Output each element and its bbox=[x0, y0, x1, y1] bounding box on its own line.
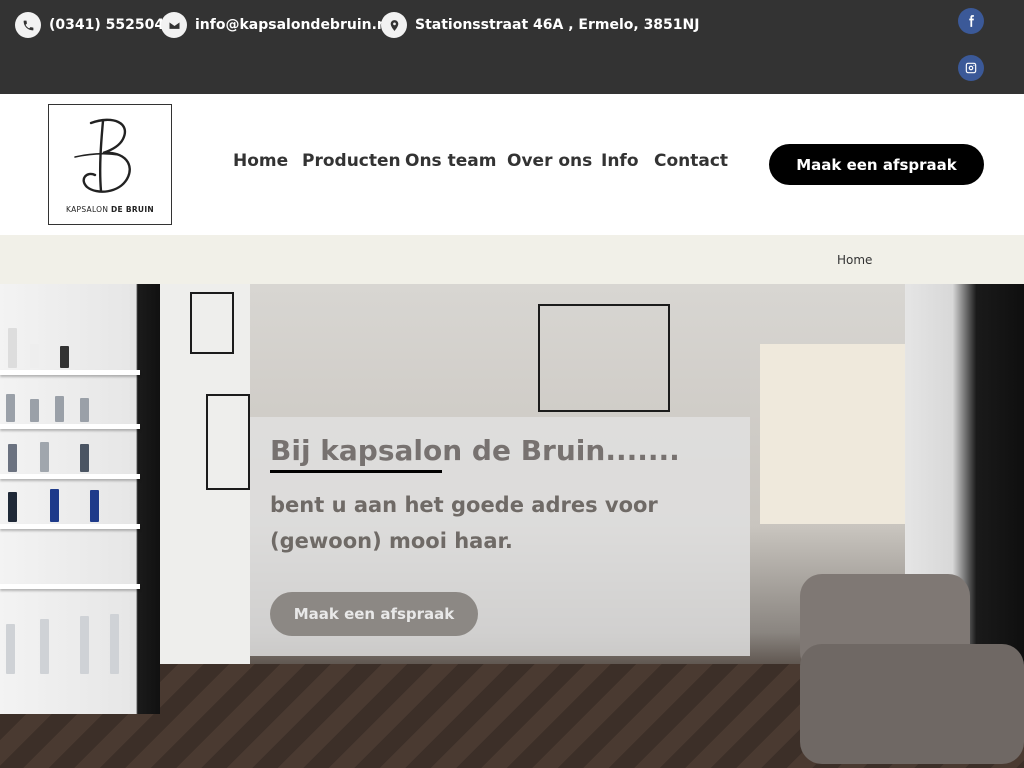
hero-appointment-button[interactable]: Maak een afspraak bbox=[270, 592, 478, 636]
instagram-icon bbox=[965, 62, 977, 74]
email-link[interactable]: info@kapsalondebruin.nl bbox=[161, 12, 392, 38]
hero-title: Bij kapsalon de Bruin....... bbox=[270, 434, 680, 467]
book-appointment-button[interactable]: Maak een afspraak bbox=[769, 144, 984, 185]
phone-link[interactable]: (0341) 552504 bbox=[15, 12, 164, 38]
nav-info[interactable]: Info bbox=[601, 151, 639, 171]
nav-producten[interactable]: Producten bbox=[302, 151, 401, 171]
logo-b-monogram bbox=[74, 118, 131, 193]
hero-subtitle: bent u aan het goede adres voor (gewoon)… bbox=[270, 493, 658, 553]
breadcrumb-home[interactable]: Home bbox=[837, 253, 872, 267]
top-bar: (0341) 552504 info@kapsalondebruin.nl St… bbox=[0, 0, 1024, 94]
email-text: info@kapsalondebruin.nl bbox=[195, 17, 392, 33]
phone-icon bbox=[15, 12, 41, 38]
breadcrumb: Home bbox=[0, 235, 1024, 284]
phone-text: (0341) 552504 bbox=[49, 17, 165, 33]
envelope-icon bbox=[161, 12, 187, 38]
nav-ons-team[interactable]: Ons team bbox=[405, 151, 496, 171]
hero-banner: Bij kapsalon de Bruin....... bent u aan … bbox=[0, 284, 1024, 768]
address-link[interactable]: Stationsstraat 46A , Ermelo, 3851NJ bbox=[381, 12, 699, 38]
nav-home[interactable]: Home bbox=[233, 151, 288, 171]
logo[interactable]: KAPSALON DE BRUIN bbox=[48, 104, 172, 225]
hero-title-underline bbox=[270, 470, 442, 473]
site-header: KAPSALON DE BRUIN Home Producten Ons tea… bbox=[0, 94, 1024, 235]
address-text: Stationsstraat 46A , Ermelo, 3851NJ bbox=[415, 17, 700, 33]
nav-contact[interactable]: Contact bbox=[654, 151, 728, 171]
nav-over-ons[interactable]: Over ons bbox=[507, 151, 592, 171]
facebook-icon bbox=[969, 15, 974, 27]
facebook-link[interactable] bbox=[958, 8, 984, 34]
hero-text-panel: Bij kapsalon de Bruin....... bent u aan … bbox=[250, 417, 750, 656]
map-pin-icon bbox=[381, 12, 407, 38]
instagram-link[interactable] bbox=[958, 55, 984, 81]
logo-text: KAPSALON DE BRUIN bbox=[66, 205, 154, 214]
